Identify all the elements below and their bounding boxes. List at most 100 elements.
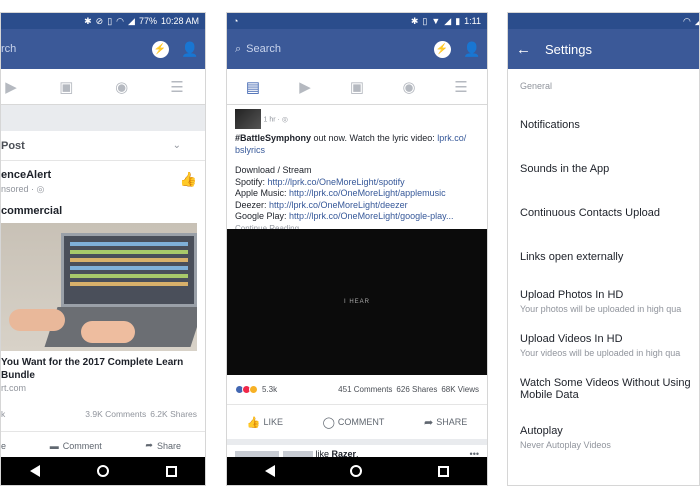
post-author-row: 1 hr · ◎ [235, 109, 479, 129]
tab-marketplace-icon[interactable]: ▣ [56, 77, 76, 97]
setting-upload-photos-hd[interactable]: Upload Photos In HD Your photos will be … [520, 289, 699, 314]
reaction-count[interactable]: 5.3k [262, 385, 277, 394]
search-field[interactable]: rch [1, 37, 145, 61]
vibrate-icon: ▯ [107, 15, 113, 26]
section-general-label: General [520, 81, 553, 91]
post-author[interactable]: enceAlert [1, 169, 62, 181]
post-meta: nsored · ◎ [1, 184, 62, 195]
setting-label: Upload Videos In HD [520, 333, 623, 345]
post-text: 1 hr · ◎ #BattleSymphony out now. Watch … [227, 105, 487, 233]
share-count[interactable]: 6.2K Shares [150, 409, 197, 419]
post-header-label: Post [1, 139, 25, 152]
battery-icon: ▮ [455, 15, 461, 26]
android-nav-bar [227, 457, 487, 485]
home-icon[interactable] [96, 465, 109, 477]
post-actions: e ▬ Comment ➦ Share [1, 431, 205, 459]
signal-icon: ◢ [695, 16, 699, 26]
chevron-down-icon[interactable]: ⌄ [173, 140, 199, 151]
status-bar: ◔ ✱ ▯ ▼ ◢ ▮ 1:11 [227, 13, 487, 29]
comment-label: Comment [62, 440, 102, 451]
comment-icon: ◯ [322, 416, 335, 429]
setting-label: Upload Photos In HD [520, 289, 624, 301]
like-button[interactable]: 👍 LIKE [247, 416, 283, 429]
tab-menu-icon[interactable]: ☰ [451, 77, 471, 97]
deezer-link[interactable]: http://lprk.co/OneMoreLight/deezer [269, 200, 408, 210]
setting-contacts-upload[interactable]: Continuous Contacts Upload [520, 207, 699, 219]
comment-button[interactable]: ◯ COMMENT [323, 416, 385, 429]
tab-menu-icon[interactable]: ☰ [167, 77, 187, 97]
search-placeholder: Search [246, 43, 282, 55]
tab-video-icon[interactable]: ▶ [295, 77, 315, 97]
setting-description: Your videos will be uploaded in high qua [520, 348, 681, 358]
wifi-icon: ▼ [431, 15, 441, 26]
post-image[interactable] [1, 223, 197, 351]
bluetooth-icon: ✱ [410, 15, 419, 26]
comment-count[interactable]: 3.9K Comments [85, 409, 146, 419]
setting-description: Your photos will be uploaded in high qua [520, 304, 682, 314]
screenshot-collage: ✱ ⊘ ▯ ◠ ◢ 77% 10:28 AM rch ⚡ 👤 ▶ ▣ ◉ ☰ P… [0, 0, 700, 500]
back-arrow-icon[interactable]: ← [516, 41, 531, 58]
wow-reaction-icon [249, 385, 258, 394]
like-thumb-icon[interactable]: 👍 [180, 171, 197, 188]
post-actions: 👍 LIKE ◯ COMMENT ➦ SHARE [227, 405, 487, 439]
setting-autoplay[interactable]: Autoplay Never Autoplay Videos [520, 425, 699, 450]
google-play-link[interactable]: http://lprk.co/OneMoreLight/google-play.… [289, 211, 453, 221]
messenger-icon: ⚡ [151, 40, 169, 58]
setting-sounds[interactable]: Sounds in the App [520, 163, 699, 175]
setting-links-externally[interactable]: Links open externally [520, 251, 699, 263]
friend-requests-icon: 👤 [463, 40, 481, 57]
apple-music-label: Apple Music: [235, 188, 290, 198]
status-bar: ✱ ⊘ ▯ ◠ ◢ 77% 10:28 AM [1, 13, 205, 29]
setting-label: Notifications [520, 119, 580, 131]
setting-label: Autoplay [520, 425, 563, 437]
recent-apps-icon[interactable] [438, 465, 450, 477]
apple-music-link[interactable]: http://lprk.co/OneMoreLight/applemusic [289, 188, 446, 198]
tab-bar: ▤ ▶ ▣ ◉ ☰ [227, 69, 487, 105]
tab-marketplace-icon[interactable]: ▣ [347, 77, 367, 97]
lyric-video-link[interactable]: lprk.co/ [437, 133, 466, 143]
post-headline: commercial [1, 205, 63, 217]
lyric-video-link-2[interactable]: bslyrics [235, 145, 265, 155]
video-player[interactable]: I HEAR [227, 229, 487, 375]
tab-notifications-icon[interactable]: ◉ [112, 77, 132, 97]
share-button[interactable]: ➦ SHARE [424, 416, 467, 429]
wifi-icon: ◠ [683, 15, 691, 26]
tab-video-icon[interactable]: ▶ [1, 77, 21, 97]
back-icon[interactable] [264, 465, 275, 477]
tab-news-feed-icon[interactable]: ▤ [243, 77, 263, 97]
like-button[interactable]: e [1, 441, 6, 451]
setting-notifications[interactable]: Notifications [520, 119, 699, 131]
sponsored-post: enceAlert nsored · ◎ commercial 👍 You Wa… [1, 161, 205, 431]
wifi-icon: ◠ [116, 15, 125, 26]
setting-upload-videos-hd[interactable]: Upload Videos In HD Your videos will be … [520, 333, 699, 358]
share-icon: ➦ [423, 416, 434, 429]
friend-requests-button[interactable]: 👤 [457, 34, 487, 64]
android-nav-bar [1, 457, 205, 485]
share-label: Share [156, 440, 181, 451]
friend-requests-button[interactable]: 👤 [175, 34, 205, 64]
recent-apps-icon[interactable] [165, 465, 177, 477]
sponsored-label: nsored · [1, 184, 37, 194]
share-button[interactable]: ➦ Share [145, 440, 181, 451]
mute-icon: ⊘ [95, 15, 104, 26]
setting-videos-without-mobile-data[interactable]: Watch Some Videos Without Using Mobile D… [520, 377, 699, 401]
share-count[interactable]: 626 Shares [396, 385, 437, 394]
comment-button[interactable]: ▬ Comment [50, 441, 102, 451]
messenger-button[interactable]: ⚡ [145, 34, 175, 64]
reaction-icons[interactable] [235, 385, 258, 394]
comment-count[interactable]: 451 Comments [338, 385, 392, 394]
spotify-link[interactable]: http://lprk.co/OneMoreLight/spotify [268, 177, 405, 187]
link-preview[interactable]: You Want for the 2017 Complete Learn Bun… [1, 357, 197, 393]
search-field[interactable]: ⌕ Search [227, 37, 427, 61]
messenger-button[interactable]: ⚡ [427, 34, 457, 64]
tab-notifications-icon[interactable]: ◉ [399, 77, 419, 97]
vibrate-icon: ▯ [422, 15, 428, 26]
home-icon[interactable] [350, 465, 363, 477]
back-icon[interactable] [29, 465, 40, 477]
reaction-count: k [1, 409, 6, 419]
hand-graphic [9, 309, 65, 331]
avatar[interactable] [235, 109, 261, 129]
share-label: SHARE [436, 417, 468, 427]
hashtag-link[interactable]: #BattleSymphony [235, 133, 311, 143]
messenger-icon: ⚡ [433, 40, 451, 58]
